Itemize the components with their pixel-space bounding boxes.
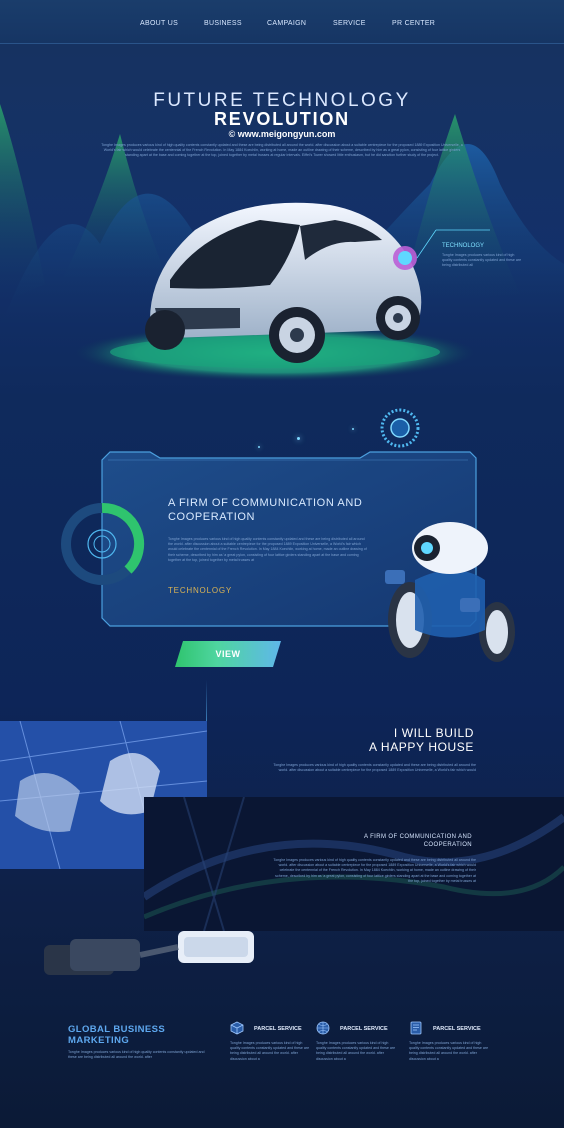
nav-about-us[interactable]: ABOUT US <box>140 20 178 27</box>
panel-title: A FIRM OF COMMUNICATION AND COOPERATION <box>168 497 363 523</box>
nav-campaign[interactable]: CAMPAIGN <box>267 20 306 27</box>
service-description: Tonghe Images produces various kind of h… <box>409 1041 489 1061</box>
hero-title-emphasis: REVOLUTION <box>213 109 350 129</box>
nav-pr-center[interactable]: PR CENTER <box>392 20 435 27</box>
glow-dot <box>297 437 300 440</box>
box-icon <box>230 1021 244 1035</box>
nav-service[interactable]: SERVICE <box>333 20 366 27</box>
global-business-description: Tonghe Images produces various kind of h… <box>68 1050 205 1060</box>
service-label: PARCEL SERVICE <box>340 1026 388 1032</box>
global-business-title: GLOBAL BUSINESS MARKETING <box>68 1024 165 1046</box>
watermark-text: © www.meigongyun.com <box>228 129 336 139</box>
dark-block-title: A FIRM OF COMMUNICATION AND COOPERATION <box>364 833 472 849</box>
global-business-title-line1: GLOBAL BUSINESS <box>68 1024 166 1035</box>
technology-callout-description: Tonghe Images produces various kind of h… <box>442 253 522 268</box>
global-business-title-line2: MARKETING <box>68 1035 130 1046</box>
view-button[interactable]: VIEW <box>175 641 281 667</box>
panel-technology-tag: TECHNOLOGY <box>168 586 233 595</box>
technology-callout-title: TECHNOLOGY <box>442 243 485 249</box>
service-description: Tonghe Images produces various kind of h… <box>316 1041 396 1061</box>
dark-block-description: Tonghe Images produces various kind of h… <box>273 858 476 883</box>
panel-description: Tonghe Images produces various kind of h… <box>168 537 367 562</box>
hero-description: Tonghe Images produces various kind of h… <box>101 143 463 158</box>
top-navigation: ABOUT US BUSINESS CAMPAIGN SERVICE PR CE… <box>0 0 564 44</box>
dark-block-title-line2: COOPERATION <box>423 842 472 848</box>
service-description: Tonghe Images produces various kind of h… <box>230 1041 310 1061</box>
glow-dot <box>258 446 260 448</box>
page: ABOUT US BUSINESS CAMPAIGN SERVICE PR CE… <box>0 0 564 1128</box>
house-title: I WILL BUILD A HAPPY HOUSE <box>369 726 474 754</box>
dark-block-title-line1: A FIRM OF COMMUNICATION AND <box>363 834 472 840</box>
service-label: PARCEL SERVICE <box>254 1026 302 1032</box>
robot-illustration <box>385 522 515 662</box>
house-title-line1: I WILL BUILD <box>393 726 474 740</box>
house-description: Tonghe Images produces various kind of h… <box>273 763 476 773</box>
house-title-line2: A HAPPY HOUSE <box>369 740 474 754</box>
nav-business[interactable]: BUSINESS <box>204 20 242 27</box>
document-icon <box>410 1021 422 1035</box>
globe-icon <box>316 1021 330 1035</box>
service-label: PARCEL SERVICE <box>433 1026 481 1032</box>
glow-dot <box>352 428 354 430</box>
view-button-label: VIEW <box>215 649 241 659</box>
car-illustration <box>75 202 490 381</box>
vr-headset-illustration <box>44 931 254 975</box>
